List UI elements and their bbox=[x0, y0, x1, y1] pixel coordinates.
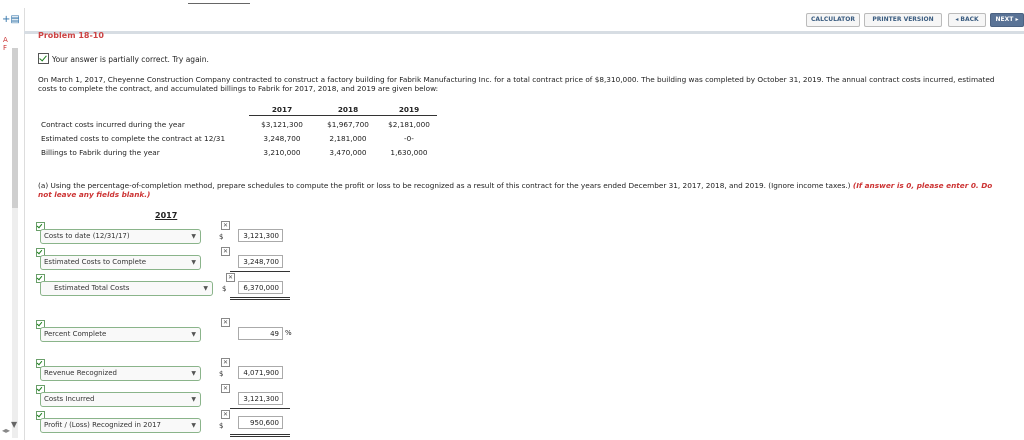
amount-input[interactable]: 3,121,300 bbox=[238, 229, 283, 242]
label-select[interactable]: Percent Complete ▼ bbox=[40, 327, 201, 342]
amount-input[interactable]: 3,121,300 bbox=[238, 392, 283, 405]
dollar-sign: $ bbox=[219, 370, 224, 378]
header-divider bbox=[24, 31, 1024, 34]
back-button[interactable]: ◂ BACK bbox=[948, 13, 986, 27]
chevron-down-icon: ▼ bbox=[191, 370, 196, 377]
label-select[interactable]: Costs Incurred ▼ bbox=[40, 392, 201, 407]
total-rule bbox=[230, 299, 290, 300]
amount-input[interactable]: 3,248,700 bbox=[238, 255, 283, 268]
total-rule bbox=[230, 297, 290, 298]
dollar-sign: $ bbox=[219, 233, 224, 241]
expand-icon[interactable]: +▤ bbox=[2, 14, 20, 26]
chevron-down-icon: ▼ bbox=[191, 422, 196, 429]
label-select[interactable]: Estimated Total Costs ▼ bbox=[40, 281, 213, 296]
sum-rule bbox=[230, 408, 290, 409]
col-header-2018: 2018 bbox=[315, 104, 381, 116]
sidebar-letter-f: F bbox=[3, 44, 8, 52]
contract-data-table: 2017 2018 2019 Contract costs incurred d… bbox=[38, 104, 437, 158]
sum-rule bbox=[230, 271, 290, 272]
printer-version-button[interactable]: PRINTER VERSION bbox=[864, 13, 942, 27]
answer-status: Your answer is partially correct. Try ag… bbox=[38, 53, 209, 64]
scrollbar-thumb[interactable] bbox=[12, 48, 18, 208]
question-text: (a) Using the percentage-of-completion m… bbox=[38, 181, 993, 199]
broken-image-icon: ✕ bbox=[221, 358, 230, 367]
partial-check-icon bbox=[38, 53, 49, 64]
percent-sign: % bbox=[285, 329, 292, 337]
top-header-strip bbox=[0, 0, 1024, 6]
col-header-2017: 2017 bbox=[249, 104, 315, 116]
broken-image-icon: ✕ bbox=[221, 247, 230, 256]
label-select[interactable]: Estimated Costs to Complete ▼ bbox=[40, 255, 201, 270]
table-row: Estimated costs to complete the contract… bbox=[41, 133, 414, 143]
chevron-down-icon: ▼ bbox=[191, 259, 196, 266]
label-select[interactable]: Costs to date (12/31/17) ▼ bbox=[40, 229, 201, 244]
col-header-2019: 2019 bbox=[381, 104, 437, 116]
chevron-down-icon: ▼ bbox=[191, 396, 196, 403]
amount-input[interactable]: 6,370,000 bbox=[238, 281, 283, 294]
table-row: Contract costs incurred during the year … bbox=[41, 119, 430, 129]
total-rule bbox=[230, 434, 290, 435]
calculator-button[interactable]: CALCULATOR bbox=[806, 13, 860, 27]
total-rule bbox=[230, 436, 290, 437]
status-text: Your answer is partially correct. Try ag… bbox=[52, 55, 209, 64]
table-row: Billings to Fabrik during the year 3,210… bbox=[41, 148, 428, 157]
left-sidebar: +▤ A F ▼ bbox=[0, 8, 25, 440]
broken-image-icon: ✕ bbox=[221, 318, 230, 327]
broken-image-icon: ✕ bbox=[221, 384, 230, 393]
broken-image-icon: ✕ bbox=[221, 221, 230, 230]
dollar-sign: $ bbox=[222, 285, 227, 293]
label-select[interactable]: Profit / (Loss) Recognized in 2017 ▼ bbox=[40, 418, 201, 433]
problem-intro: On March 1, 2017, Cheyenne Construction … bbox=[38, 75, 995, 93]
chevron-down-icon: ▼ bbox=[191, 233, 196, 240]
scroll-down-icon[interactable]: ▼ bbox=[11, 420, 17, 429]
header-underline bbox=[188, 0, 250, 4]
broken-image-icon: ✕ bbox=[221, 410, 230, 419]
sidebar-letter-a: A bbox=[3, 36, 8, 44]
dollar-sign: $ bbox=[219, 422, 224, 430]
scroll-left-icon[interactable]: ◂▸ bbox=[2, 426, 10, 435]
label-select[interactable]: Revenue Recognized ▼ bbox=[40, 366, 201, 381]
chevron-down-icon: ▼ bbox=[191, 331, 196, 338]
broken-image-icon: ✕ bbox=[226, 273, 235, 282]
next-button[interactable]: NEXT ▸ bbox=[990, 13, 1024, 27]
percent-input[interactable]: 49 bbox=[238, 327, 283, 340]
chevron-down-icon: ▼ bbox=[203, 285, 208, 292]
amount-input[interactable]: 4,071,900 bbox=[238, 366, 283, 379]
amount-input[interactable]: 950,600 bbox=[238, 416, 283, 429]
problem-title: Problem 18-10 bbox=[38, 31, 104, 40]
schedule-year-heading: 2017 bbox=[155, 211, 178, 220]
